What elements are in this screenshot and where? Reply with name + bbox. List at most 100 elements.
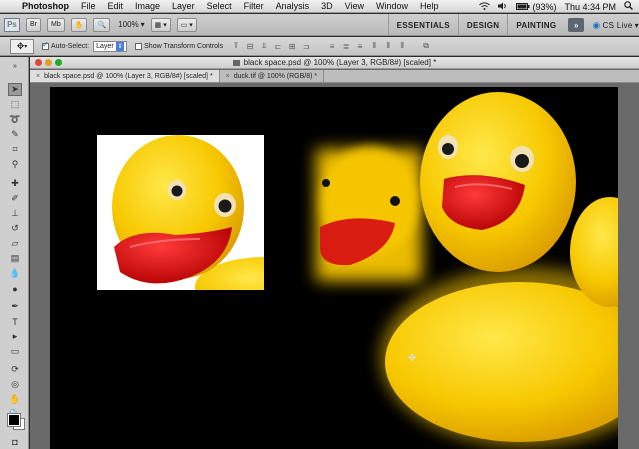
chevron-down-icon: ▾ xyxy=(634,20,639,30)
eraser-tool-icon[interactable]: ▱ xyxy=(8,237,22,250)
clock[interactable]: Thu 4:34 PM xyxy=(564,2,616,12)
menu-analysis[interactable]: Analysis xyxy=(276,1,310,11)
move-cursor-icon: ✥ xyxy=(408,353,417,364)
distribute-vcenter-icon[interactable]: ≣ xyxy=(341,42,351,51)
menu-view[interactable]: View xyxy=(345,1,364,11)
distribute-hcenter-icon[interactable]: ⦀ xyxy=(383,41,393,51)
document-canvas[interactable]: ✥ xyxy=(50,87,618,449)
zoom-window-button[interactable] xyxy=(55,59,62,66)
menu-help[interactable]: Help xyxy=(420,1,439,11)
document-tabs: × black space.psd @ 100% (Layer 3, RGB/8… xyxy=(30,70,639,83)
align-bottom-icon[interactable]: ⫫ xyxy=(259,41,269,51)
hand-tool-button[interactable]: ✋ xyxy=(70,17,88,32)
spotlight-search-icon[interactable] xyxy=(624,1,633,12)
healing-brush-tool-icon[interactable]: ✚ xyxy=(8,177,22,190)
cs-live-icon: ◉ xyxy=(592,19,601,30)
menu-edit[interactable]: Edit xyxy=(108,1,124,11)
distribute-left-icon[interactable]: ⦀ xyxy=(369,41,379,51)
auto-select-checkbox[interactable] xyxy=(42,40,49,50)
screen-mode-button[interactable]: ▭ ▾ xyxy=(176,17,197,32)
align-top-icon[interactable]: ⫪ xyxy=(231,41,241,51)
duck-image-square[interactable] xyxy=(97,135,335,317)
auto-align-icon[interactable]: ⧉ xyxy=(421,41,431,51)
brush-tool-icon[interactable]: ✐ xyxy=(8,192,22,205)
path-selection-tool-icon[interactable]: ▸ xyxy=(8,330,22,343)
document-window-title: black space.psd @ 100% (Layer 3, RGB/8#)… xyxy=(243,58,437,67)
options-bar: ✥▾ Auto-Select: Layer ⇕ Show Transform C… xyxy=(0,37,639,56)
chevron-updown-icon: ⇕ xyxy=(116,41,125,51)
auto-select-option[interactable]: Auto-Select: xyxy=(42,40,89,50)
zoom-tool-button[interactable]: 🔍 xyxy=(93,17,111,32)
type-tool-icon[interactable]: T xyxy=(8,315,22,328)
pen-tool-icon[interactable]: ✒ xyxy=(8,300,22,313)
menu-select[interactable]: Select xyxy=(207,1,232,11)
arrange-documents-button[interactable]: ▦ ▾ xyxy=(150,17,171,32)
clone-stamp-tool-icon[interactable]: ⊥ xyxy=(8,207,22,220)
workspace-essentials[interactable]: ESSENTIALS xyxy=(387,14,458,36)
launch-bridge-button[interactable]: Br xyxy=(26,17,41,32)
document-window: black space.psd @ 100% (Layer 3, RGB/8#)… xyxy=(30,57,639,449)
wifi-icon[interactable] xyxy=(479,1,491,12)
3d-rotate-tool-icon[interactable]: ⟳ xyxy=(8,363,22,376)
menu-extras: (93%) Thu 4:34 PM xyxy=(479,0,633,13)
close-tab-icon[interactable]: × xyxy=(226,73,230,80)
window-controls xyxy=(35,59,62,66)
crop-tool-icon[interactable]: ⌗ xyxy=(8,143,22,156)
distribute-top-icon[interactable]: ≡ xyxy=(327,42,337,51)
close-tab-icon[interactable]: × xyxy=(36,73,40,80)
lasso-tool-icon[interactable]: ➰ xyxy=(8,113,22,126)
distribute-bottom-icon[interactable]: ≡ xyxy=(355,42,365,51)
align-right-icon[interactable]: ⊐ xyxy=(301,42,311,51)
align-vcenter-icon[interactable]: ⊟ xyxy=(245,42,255,51)
history-brush-tool-icon[interactable]: ↺ xyxy=(8,222,22,235)
tab-label: duck.tif @ 100% (RGB/8) * xyxy=(233,72,318,80)
mini-bridge-button[interactable]: Mb xyxy=(47,17,65,32)
photoshop-logo: Ps xyxy=(4,17,20,32)
menu-file[interactable]: File xyxy=(81,1,96,11)
marquee-tool-icon[interactable]: ⬚ xyxy=(8,98,22,111)
battery-status[interactable]: (93%) xyxy=(516,2,556,12)
align-left-icon[interactable]: ⊏ xyxy=(273,42,283,51)
battery-percent: (93%) xyxy=(532,1,557,12)
tab-duck[interactable]: × duck.tif @ 100% (RGB/8) * xyxy=(220,70,325,82)
shape-tool-icon[interactable]: ▭ xyxy=(8,345,22,358)
zoom-level-select[interactable]: 100% ▾ xyxy=(118,20,144,29)
volume-icon[interactable] xyxy=(498,2,508,12)
tool-preset-picker[interactable]: ✥ ▾ xyxy=(10,38,34,54)
document-titlebar: black space.psd @ 100% (Layer 3, RGB/8#)… xyxy=(30,57,639,69)
panel-collapse-icon[interactable]: » xyxy=(8,60,22,73)
battery-icon xyxy=(516,3,530,10)
3d-orbit-tool-icon[interactable]: ◎ xyxy=(8,378,22,391)
gradient-tool-icon[interactable]: ▤ xyxy=(8,252,22,265)
menu-layer[interactable]: Layer xyxy=(172,1,195,11)
eyedropper-tool-icon[interactable]: ⚲ xyxy=(8,158,22,171)
hand-tool-icon[interactable]: ✋ xyxy=(8,393,22,406)
show-transform-checkbox[interactable] xyxy=(135,42,143,50)
workspace-painting[interactable]: PAINTING xyxy=(507,14,564,36)
close-window-button[interactable] xyxy=(35,59,42,66)
blur-tool-icon[interactable]: 💧 xyxy=(8,267,22,280)
photoshop-screen: Photoshop File Edit Image Layer Select F… xyxy=(0,0,639,449)
distribute-right-icon[interactable]: ⦀ xyxy=(397,41,407,51)
minimize-window-button[interactable] xyxy=(45,59,52,66)
menu-3d[interactable]: 3D xyxy=(321,1,333,11)
menu-window[interactable]: Window xyxy=(376,1,408,11)
dodge-tool-icon[interactable]: ● xyxy=(8,282,22,295)
workspace-design[interactable]: DESIGN xyxy=(457,14,507,36)
foreground-color-swatch[interactable] xyxy=(7,413,21,427)
menu-image[interactable]: Image xyxy=(135,1,160,11)
cs-live-button[interactable]: ◉ CS Live ▾ xyxy=(588,20,639,31)
workspace-switcher: ESSENTIALS DESIGN PAINTING » ◉ CS Live ▾ xyxy=(387,14,639,36)
duck-image-blurred[interactable] xyxy=(316,147,422,281)
quick-select-tool-icon[interactable]: ✎ xyxy=(8,128,22,141)
tab-black-space[interactable]: × black space.psd @ 100% (Layer 3, RGB/8… xyxy=(30,70,220,82)
menu-filter[interactable]: Filter xyxy=(244,1,264,11)
move-tool-icon[interactable]: ➤ xyxy=(8,83,22,96)
align-hcenter-icon[interactable]: ⊞ xyxy=(287,42,297,51)
app-menu[interactable]: Photoshop xyxy=(22,1,69,11)
more-workspaces-button[interactable]: » xyxy=(568,18,585,32)
show-transform-option[interactable]: Show Transform Controls xyxy=(135,42,223,50)
tab-label: black space.psd @ 100% (Layer 3, RGB/8#)… xyxy=(44,72,213,80)
quick-mask-icon[interactable]: ◘ xyxy=(8,435,22,448)
auto-select-target-select[interactable]: Layer ⇕ xyxy=(93,40,128,52)
